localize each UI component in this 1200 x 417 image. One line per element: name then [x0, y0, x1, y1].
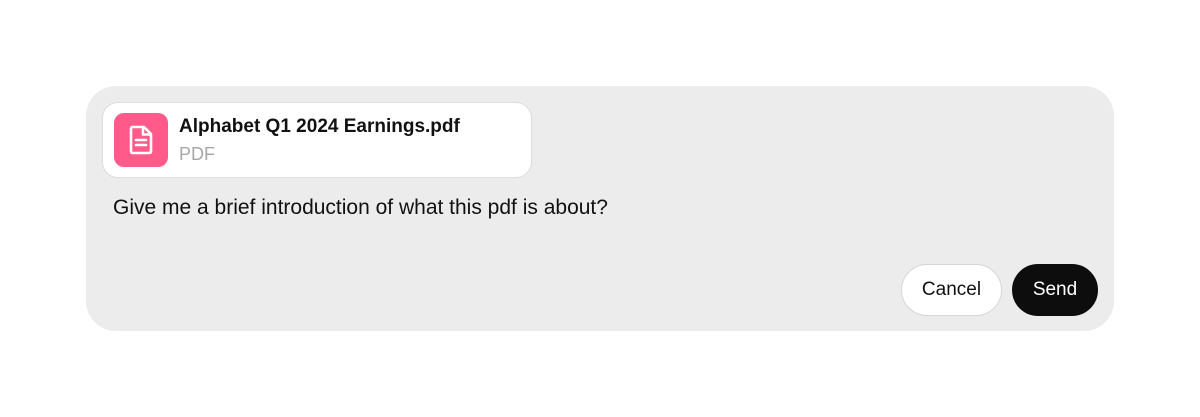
cancel-button[interactable]: Cancel [901, 264, 1002, 316]
composer-actions: Cancel Send [901, 264, 1098, 316]
message-composer: Alphabet Q1 2024 Earnings.pdf PDF Give m… [86, 86, 1114, 331]
attachment-meta: Alphabet Q1 2024 Earnings.pdf PDF [179, 115, 460, 166]
attachment-file-type: PDF [179, 143, 215, 164]
attachment-file-name: Alphabet Q1 2024 Earnings.pdf [179, 115, 460, 137]
attachment-card[interactable]: Alphabet Q1 2024 Earnings.pdf PDF [102, 102, 532, 178]
document-icon [114, 113, 168, 167]
send-button[interactable]: Send [1012, 264, 1098, 316]
message-input-text[interactable]: Give me a brief introduction of what thi… [113, 194, 608, 222]
